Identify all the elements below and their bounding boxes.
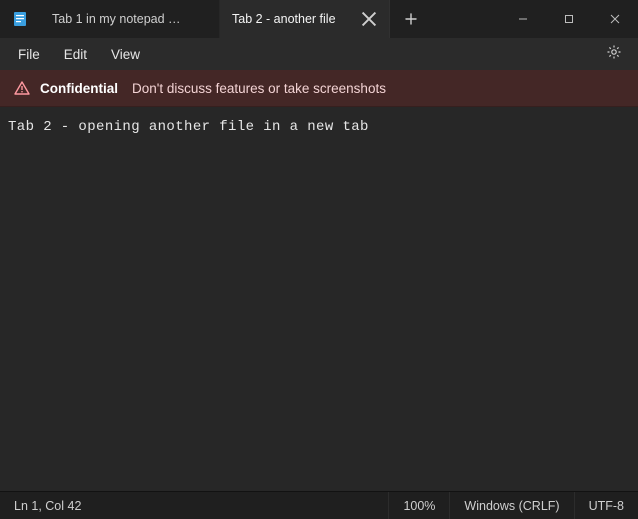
banner-message: Don't discuss features or take screensho…	[132, 81, 386, 96]
close-window-button[interactable]	[592, 0, 638, 38]
close-tab-icon[interactable]	[361, 11, 377, 27]
window-controls	[500, 0, 638, 38]
warning-icon	[14, 80, 30, 96]
banner-title: Confidential	[40, 81, 118, 96]
info-banner: Confidential Don't discuss features or t…	[0, 70, 638, 107]
app-icon	[0, 0, 40, 38]
tab-label: Tab 1 in my notepad file	[52, 12, 181, 26]
status-line-ending[interactable]: Windows (CRLF)	[449, 492, 573, 519]
new-tab-button[interactable]	[394, 0, 428, 38]
tab-label: Tab 2 - another file	[232, 12, 351, 26]
title-bar: Tab 1 in my notepad file Tab 2 - another…	[0, 0, 638, 38]
menu-file[interactable]: File	[6, 43, 52, 66]
status-encoding[interactable]: UTF-8	[574, 492, 638, 519]
status-zoom[interactable]: 100%	[388, 492, 449, 519]
status-bar: Ln 1, Col 42 100% Windows (CRLF) UTF-8	[0, 491, 638, 519]
menu-view[interactable]: View	[99, 43, 152, 66]
gear-icon	[606, 44, 622, 65]
tab-1[interactable]: Tab 1 in my notepad file	[40, 0, 220, 38]
menu-bar: File Edit View	[0, 38, 638, 70]
status-position[interactable]: Ln 1, Col 42	[0, 492, 95, 519]
tab-2[interactable]: Tab 2 - another file	[220, 0, 390, 38]
tab-strip: Tab 1 in my notepad file Tab 2 - another…	[40, 0, 428, 38]
settings-button[interactable]	[600, 40, 628, 68]
text-editor[interactable]: Tab 2 - opening another file in a new ta…	[0, 107, 638, 491]
maximize-button[interactable]	[546, 0, 592, 38]
menu-edit[interactable]: Edit	[52, 43, 99, 66]
minimize-button[interactable]	[500, 0, 546, 38]
